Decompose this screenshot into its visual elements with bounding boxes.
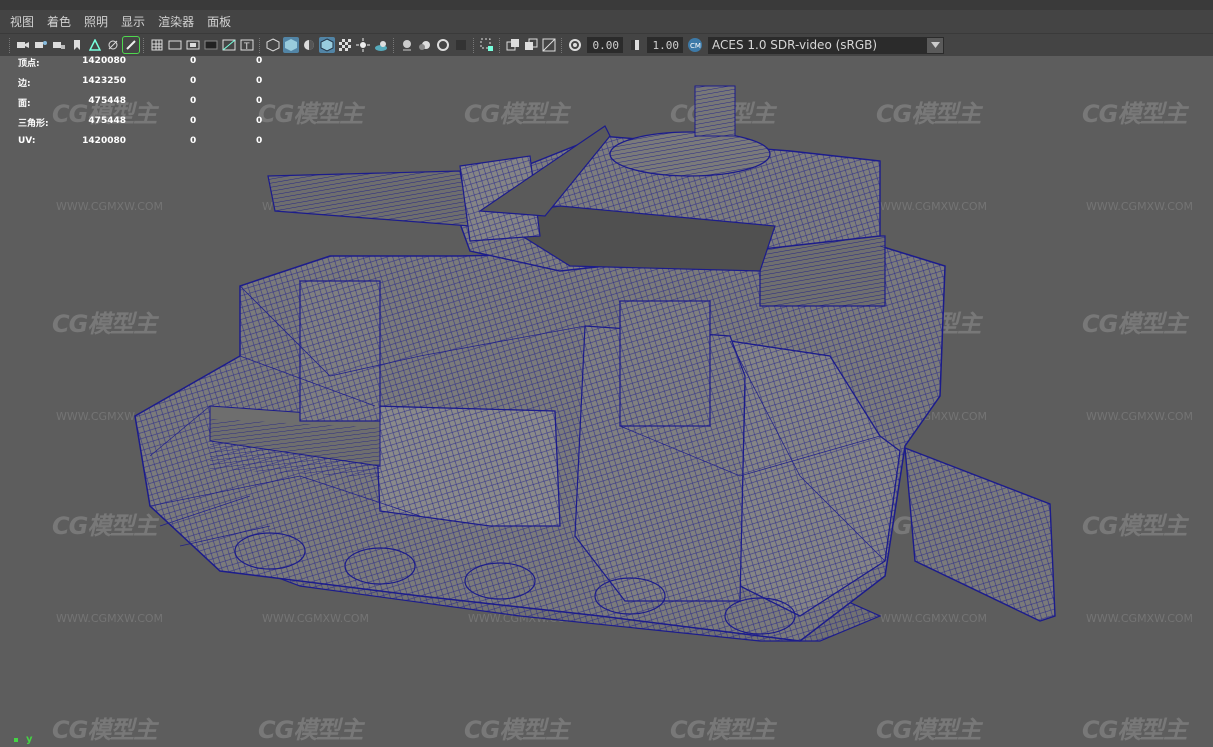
resolution-gate-icon[interactable] (185, 37, 201, 53)
toolbar-separator (473, 37, 475, 53)
textured-icon[interactable] (337, 37, 353, 53)
safe-action-icon[interactable]: T (239, 37, 255, 53)
axis-y-label: y (26, 734, 33, 745)
xray-components-icon[interactable] (541, 37, 557, 53)
anti-alias-icon[interactable] (435, 37, 451, 53)
hud-row-uvs: UV: 1420080 0 0 (18, 136, 263, 146)
menu-lighting[interactable]: 照明 (84, 14, 108, 30)
default-material-icon[interactable] (301, 37, 317, 53)
svg-text:CM: CM (690, 42, 701, 50)
window-frame (0, 0, 1213, 10)
smooth-shade-icon[interactable] (283, 37, 299, 53)
grease-pencil-icon[interactable] (105, 37, 121, 53)
hud-row-triangles: 三角形: 475448 0 0 (18, 116, 263, 129)
view-transform-label: ACES 1.0 SDR-video (sRGB) (712, 38, 878, 52)
wireframe-icon[interactable] (265, 37, 281, 53)
screen-space-ao-icon[interactable] (399, 37, 415, 53)
3d-viewport[interactable]: CG模型主WWW.CGMXW.COMCG模型主WWW.CGMXW.COMCG模型… (0, 56, 1213, 747)
field-chart-icon[interactable] (221, 37, 237, 53)
menu-show[interactable]: 显示 (121, 14, 145, 30)
toolbar-separator (561, 37, 563, 53)
isolate-select-icon[interactable] (479, 37, 495, 53)
toolbar-separator (393, 37, 395, 53)
shadows-icon[interactable] (373, 37, 389, 53)
toolbar-separator (143, 37, 145, 53)
gamma-icon[interactable] (627, 37, 643, 53)
toolbar-separator (259, 37, 261, 53)
xray-icon[interactable] (505, 37, 521, 53)
poly-count-hud: 顶点: 1420080 0 0 边: 1423250 0 0 面: 475448… (18, 56, 278, 156)
motion-blur-icon[interactable] (417, 37, 433, 53)
exposure-icon[interactable] (567, 37, 583, 53)
axis-origin-icon (14, 738, 18, 742)
camera-icon[interactable] (15, 37, 31, 53)
menu-renderer[interactable]: 渲染器 (158, 14, 194, 30)
toolbar-separator (499, 37, 501, 53)
gamma-field[interactable]: 1.00 (647, 37, 683, 53)
hud-row-faces: 面: 475448 0 0 (18, 96, 263, 109)
grid-icon[interactable] (149, 37, 165, 53)
panel-menu-bar: 视图 着色 照明 显示 渲染器 面板 (0, 0, 1213, 33)
color-management-icon[interactable]: CM (687, 37, 703, 53)
maya-viewport-panel: 视图 着色 照明 显示 渲染器 面板 T 0.00 1.00 CM ACES 1… (0, 0, 1213, 747)
svg-text:T: T (243, 42, 250, 51)
menu-panels[interactable]: 面板 (207, 14, 231, 30)
use-all-lights-icon[interactable] (355, 37, 371, 53)
hud-row-vertices: 顶点: 1420080 0 0 (18, 56, 263, 69)
camera-lock-icon[interactable] (51, 37, 67, 53)
exposure-field[interactable]: 0.00 (587, 37, 623, 53)
panel-toolbar: T 0.00 1.00 CM ACES 1.0 SDR-video (sRGB) (0, 33, 1213, 56)
chevron-down-icon[interactable] (927, 37, 943, 53)
paint-brush-icon[interactable] (122, 36, 140, 54)
film-gate-icon[interactable] (167, 37, 183, 53)
toolbar-separator (9, 37, 11, 53)
gate-mask-icon[interactable] (203, 37, 219, 53)
image-plane-icon[interactable] (87, 37, 103, 53)
bookmark-icon[interactable] (69, 37, 85, 53)
hud-row-edges: 边: 1423250 0 0 (18, 76, 263, 89)
xray-joints-icon[interactable] (523, 37, 539, 53)
menu-shading[interactable]: 着色 (47, 14, 71, 30)
view-transform-dropdown[interactable]: ACES 1.0 SDR-video (sRGB) (708, 36, 944, 54)
menu-view[interactable]: 视图 (10, 14, 34, 30)
depth-of-field-icon[interactable] (453, 37, 469, 53)
wireframe-on-shaded-icon[interactable] (319, 37, 335, 53)
camera-attr-icon[interactable] (33, 37, 49, 53)
tank-model-wireframe[interactable] (0, 56, 1213, 747)
